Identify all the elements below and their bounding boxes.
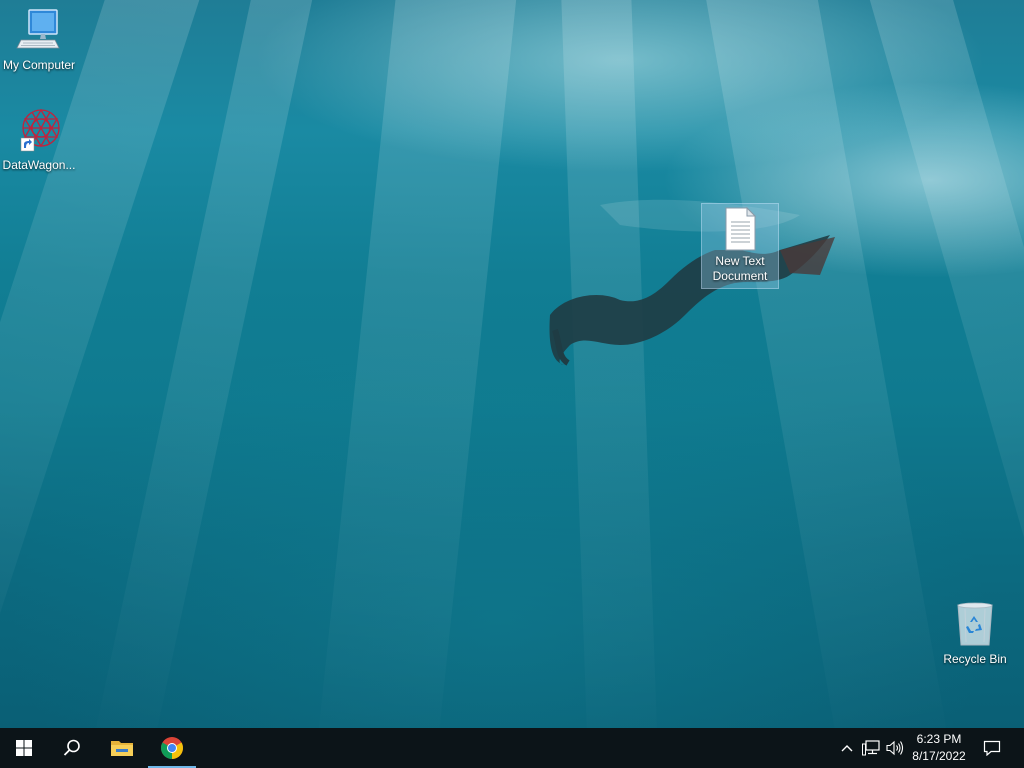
light-ray	[90, 0, 320, 728]
text-document-icon	[725, 206, 757, 251]
recycle-bin-icon	[957, 602, 993, 646]
light-ray	[314, 0, 520, 728]
taskbar-file-explorer[interactable]	[98, 728, 146, 768]
desktop-icon-label: New Text Document	[712, 254, 768, 283]
network-button[interactable]	[860, 728, 882, 768]
taskbar: 6:23 PM 8/17/2022	[0, 728, 1024, 768]
chevron-up-icon	[841, 745, 853, 752]
start-button[interactable]	[0, 728, 48, 768]
clock-date: 8/17/2022	[912, 749, 966, 763]
chrome-icon	[161, 737, 183, 759]
desktop-icon-new-text-document[interactable]: New Text Document	[701, 203, 779, 289]
desktop-icon-recycle-bin[interactable]: Recycle Bin	[936, 600, 1014, 667]
clock-button[interactable]: 6:23 PM 8/17/2022	[908, 731, 970, 765]
datawagon-icon	[20, 108, 60, 152]
volume-button[interactable]	[884, 728, 906, 768]
desktop-icon-label: DataWagon...	[2, 158, 76, 172]
desktop-icon-datawagon[interactable]: DataWagon...	[0, 106, 78, 173]
volume-icon	[886, 740, 904, 756]
clock-time: 6:23 PM	[916, 732, 962, 746]
desktop-icon-label: Recycle Bin	[943, 652, 1007, 666]
action-center-button[interactable]	[976, 728, 1008, 768]
desktop-icon-label: My Computer	[2, 58, 76, 72]
search-icon	[63, 739, 80, 756]
file-explorer-icon	[111, 741, 133, 756]
show-hidden-icons-button[interactable]	[838, 728, 856, 768]
search-button[interactable]	[48, 728, 96, 768]
action-center-icon	[983, 740, 1001, 756]
windows-start-icon	[16, 740, 32, 756]
desktop-icon-my-computer[interactable]: My Computer	[0, 6, 78, 73]
desktop-background: My Computer DataWagon... New Text Docume…	[0, 0, 1024, 728]
network-icon	[862, 740, 880, 756]
taskbar-chrome[interactable]	[148, 728, 196, 768]
diver-silhouette	[549, 199, 835, 366]
computer-icon	[16, 9, 60, 49]
